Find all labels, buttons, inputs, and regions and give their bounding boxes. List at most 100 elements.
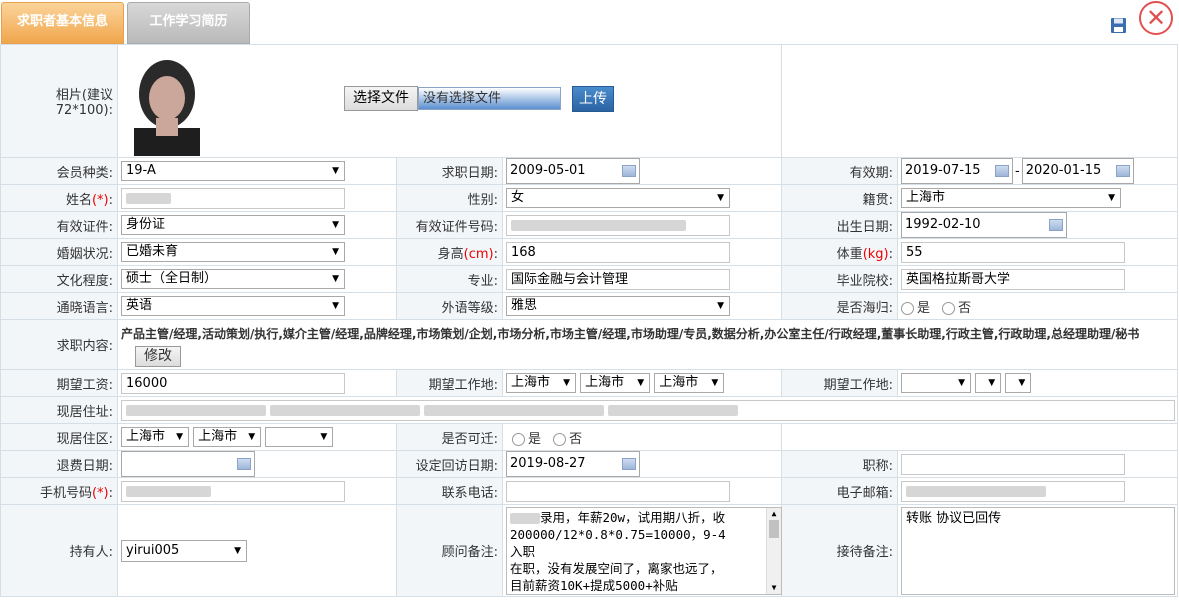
gender-label: 性别:: [396, 184, 503, 212]
language-select[interactable]: 英语 ▼: [121, 296, 345, 316]
work-place-district-select[interactable]: 上海市 ▼: [654, 373, 725, 393]
education-label: 文化程度:: [0, 265, 118, 293]
calendar-icon[interactable]: [1115, 165, 1130, 177]
calendar-icon[interactable]: [995, 165, 1010, 177]
validity-from-input[interactable]: 2019-07-15: [901, 158, 1014, 184]
work-place-province-select[interactable]: 上海市 ▼: [506, 373, 576, 393]
major-input[interactable]: 国际金融与会计管理: [506, 268, 730, 290]
id-number-input[interactable]: [506, 214, 730, 236]
returnee-label: 是否海归:: [781, 292, 899, 320]
birth-date-input[interactable]: 1992-02-10: [901, 212, 1068, 238]
major-label: 专业:: [396, 265, 503, 293]
school-label: 毕业院校:: [781, 265, 899, 293]
applicant-photo: [118, 46, 216, 156]
title-input[interactable]: [901, 453, 1126, 475]
edit-job-content-button[interactable]: 修改: [135, 345, 181, 367]
returnee-no-radio[interactable]: [942, 301, 956, 315]
calendar-icon[interactable]: [1049, 219, 1064, 231]
id-type-select[interactable]: 身份证 ▼: [121, 215, 345, 235]
district-area-select[interactable]: ▼: [265, 427, 334, 447]
relocate-no-radio[interactable]: [553, 432, 567, 446]
photo-label: 相片(建议72*100):: [0, 44, 118, 158]
education-select[interactable]: 硕士（全日制） ▼: [121, 269, 345, 289]
tab-bar: 求职者基本信息 工作学习简历 ✕: [0, 0, 1179, 44]
reception-note-textarea[interactable]: 转账 协议已回传: [901, 507, 1176, 595]
scrollbar[interactable]: ▲ ▼: [766, 508, 781, 594]
revisit-date-label: 设定回访日期:: [396, 450, 503, 478]
mobile-label: 手机号码(*):: [0, 477, 118, 505]
relocate-yes-label: 是: [528, 431, 542, 447]
district-city-select[interactable]: 上海市 ▼: [193, 427, 262, 447]
work-place-city-select[interactable]: 上海市 ▼: [580, 373, 651, 393]
email-input[interactable]: [901, 480, 1126, 502]
address-label: 现居住址:: [0, 396, 118, 424]
school-input[interactable]: 英国格拉斯哥大学: [901, 268, 1126, 290]
phone-label: 联系电话:: [396, 477, 503, 505]
native-place-label: 籍贯:: [781, 184, 899, 212]
weight-input[interactable]: 55: [901, 241, 1126, 263]
calendar-icon[interactable]: [622, 458, 636, 470]
returnee-no-label: 否: [958, 300, 972, 316]
upload-button[interactable]: 上传: [572, 86, 614, 112]
language-label: 通晓语言:: [0, 292, 118, 320]
calendar-icon[interactable]: [237, 458, 251, 470]
language-level-label: 外语等级:: [396, 292, 503, 320]
advisor-note-textarea[interactable]: 录用，年薪20w，试用期八折，收 200000/12*0.8*0.75=1000…: [506, 507, 782, 595]
work-place-2-district-select[interactable]: ▼: [1005, 373, 1032, 393]
language-level-select[interactable]: 雅思 ▼: [506, 296, 730, 316]
marital-label: 婚姻状况:: [0, 238, 118, 266]
validity-label: 有效期:: [781, 157, 899, 185]
tab-basic-info[interactable]: 求职者基本信息: [1, 2, 124, 44]
native-place-select[interactable]: 上海市 ▼: [901, 188, 1122, 208]
title-label: 职称:: [781, 450, 899, 478]
marital-select[interactable]: 已婚未育 ▼: [121, 242, 345, 262]
save-icon[interactable]: [1110, 17, 1127, 34]
birth-date-label: 出生日期:: [781, 211, 899, 239]
weight-label: 体重(kg):: [781, 238, 899, 266]
holder-select[interactable]: yirui005 ▼: [121, 539, 247, 562]
validity-separator: -: [1015, 163, 1020, 179]
choose-file-button[interactable]: 选择文件: [344, 86, 418, 111]
apply-date-label: 求职日期:: [396, 157, 503, 185]
holder-label: 持有人:: [0, 504, 118, 597]
relocate-label: 是否可迁:: [396, 423, 503, 451]
address-input[interactable]: [121, 399, 1175, 421]
returnee-yes-radio[interactable]: [901, 301, 915, 315]
file-picker[interactable]: 选择文件 没有选择文件: [344, 86, 561, 111]
district-label: 现居住区:: [0, 423, 118, 451]
apply-date-input[interactable]: 2009-05-01: [506, 158, 640, 184]
mobile-input[interactable]: [121, 480, 345, 502]
relocate-no-label: 否: [569, 431, 583, 447]
id-number-label: 有效证件号码:: [396, 211, 503, 239]
validity-to-input[interactable]: 2020-01-15: [1021, 158, 1134, 184]
photo-empty: [781, 44, 1179, 158]
district-empty: [781, 423, 1179, 451]
revisit-date-input[interactable]: 2019-08-27: [506, 451, 640, 477]
work-place-2-province-select[interactable]: ▼: [901, 373, 972, 393]
email-label: 电子邮箱:: [781, 477, 899, 505]
tab-work-history[interactable]: 工作学习简历: [127, 2, 250, 44]
name-label: 姓名(*):: [0, 184, 118, 212]
calendar-icon[interactable]: [622, 165, 636, 177]
member-type-select[interactable]: 19-A ▼: [121, 161, 345, 181]
relocate-yes-radio[interactable]: [512, 432, 525, 446]
work-place-2-city-select[interactable]: ▼: [975, 373, 1002, 393]
returnee-yes-label: 是: [917, 300, 931, 316]
height-input[interactable]: 168: [506, 241, 730, 263]
phone-input[interactable]: [506, 480, 730, 502]
work-place-label: 期望工作地:: [396, 369, 503, 397]
refund-date-input[interactable]: [121, 451, 255, 477]
name-input[interactable]: [121, 187, 345, 209]
reception-note-label: 接待备注:: [781, 504, 899, 597]
no-file-text: 没有选择文件: [418, 87, 561, 110]
salary-input[interactable]: 16000: [121, 372, 345, 394]
height-label: 身高(cm):: [396, 238, 503, 266]
job-content-text: 产品主管/经理,活动策划/执行,媒介主管/经理,品牌经理,市场策划/企划,市场分…: [121, 326, 1140, 341]
gender-select[interactable]: 女 ▼: [506, 188, 730, 208]
close-icon[interactable]: ✕: [1139, 1, 1173, 35]
advisor-note-label: 顾问备注:: [396, 504, 503, 597]
id-type-label: 有效证件:: [0, 211, 118, 239]
district-province-select[interactable]: 上海市 ▼: [121, 427, 189, 447]
job-content-label: 求职内容:: [0, 319, 118, 370]
work-place-2-label: 期望工作地:: [781, 369, 899, 397]
